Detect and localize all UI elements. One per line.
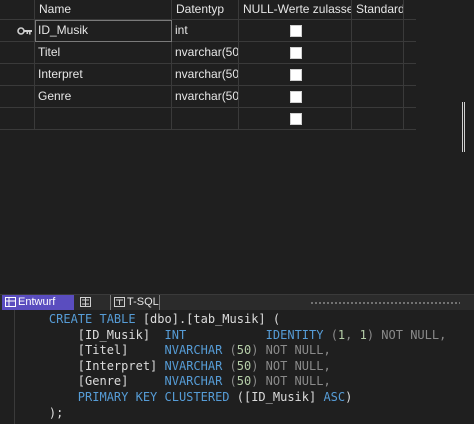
editor-margin bbox=[14, 310, 15, 424]
column-header-name[interactable]: Name bbox=[35, 0, 172, 20]
tab-design[interactable]: Entwurf bbox=[2, 295, 74, 311]
sql-punct: ) bbox=[345, 389, 353, 404]
sql-punct: ( bbox=[323, 327, 338, 342]
tab-tsql-label: T-SQL bbox=[127, 296, 159, 308]
allow-nulls-cell bbox=[239, 42, 352, 64]
code-line: CREATE TABLE [dbo].[tab_Musik] ( bbox=[20, 312, 446, 328]
sql-text: [dbo].[tab_Musik] ( bbox=[135, 312, 281, 326]
tab-tsql[interactable]: T-SQL bbox=[110, 295, 160, 311]
swap-panes-icon bbox=[80, 297, 91, 308]
sql-keyword: NOT NULL, bbox=[381, 327, 447, 342]
sql-keyword: ASC bbox=[323, 389, 346, 404]
allow-nulls-checkbox[interactable] bbox=[290, 113, 302, 125]
sql-type: NVARCHAR bbox=[164, 374, 223, 389]
sql-column-name: [Titel] bbox=[77, 343, 129, 358]
datatype-cell[interactable]: nvarchar(50) bbox=[172, 42, 239, 64]
vertical-scrollbar-thumb[interactable] bbox=[462, 102, 465, 152]
pane-tab-bar: Entwurf T-SQL bbox=[0, 294, 474, 311]
grid-header: Name Datentyp NULL-Werte zulassen Standa… bbox=[0, 0, 416, 20]
sql-punct: ) bbox=[251, 343, 266, 358]
default-cell[interactable] bbox=[352, 20, 404, 42]
allow-nulls-checkbox[interactable] bbox=[290, 47, 302, 59]
row-selector[interactable] bbox=[0, 64, 35, 86]
default-cell[interactable] bbox=[352, 42, 404, 64]
sql-type: INT bbox=[164, 327, 187, 342]
sql-column-name: [ID_Musik] bbox=[77, 327, 151, 342]
sql-punct: ( bbox=[222, 358, 237, 373]
new-table-row[interactable] bbox=[0, 108, 416, 130]
allow-nulls-cell bbox=[239, 108, 352, 130]
table-row[interactable]: ID_Musik int bbox=[0, 20, 416, 42]
default-cell[interactable] bbox=[352, 86, 404, 108]
sql-keyword: IDENTITY bbox=[265, 327, 324, 342]
design-tab-icon bbox=[5, 297, 16, 308]
row-selector[interactable] bbox=[0, 20, 35, 42]
code-line: [Genre] NVARCHAR (50) NOT NULL, bbox=[20, 374, 446, 390]
column-name-cell[interactable] bbox=[35, 108, 172, 130]
row-selector[interactable] bbox=[0, 108, 35, 130]
sql-keyword: CREATE TABLE bbox=[48, 312, 136, 326]
sql-punct: ( bbox=[222, 343, 237, 358]
datatype-cell[interactable]: nvarchar(50) bbox=[172, 86, 239, 108]
sql-number: 1 bbox=[359, 327, 367, 342]
allow-nulls-checkbox[interactable] bbox=[290, 25, 302, 37]
row-selector[interactable] bbox=[0, 42, 35, 64]
sql-number: 50 bbox=[236, 343, 252, 358]
column-header-datatype[interactable]: Datentyp bbox=[172, 0, 239, 20]
sql-column-name: [Interpret] bbox=[77, 358, 158, 373]
primary-key-icon bbox=[17, 27, 32, 35]
sql-type: NVARCHAR bbox=[164, 358, 223, 373]
splitter-grip[interactable] bbox=[310, 301, 460, 305]
table-row[interactable]: Interpret nvarchar(50) bbox=[0, 64, 416, 86]
sql-punct: ) bbox=[251, 374, 266, 389]
allow-nulls-cell bbox=[239, 64, 352, 86]
swap-panes-button[interactable] bbox=[77, 295, 95, 311]
column-header-default[interactable]: Standard bbox=[352, 0, 404, 20]
sql-punct: ) bbox=[251, 358, 266, 373]
sql-text: ); bbox=[48, 405, 64, 420]
table-designer-grid: Name Datentyp NULL-Werte zulassen Standa… bbox=[0, 0, 474, 294]
table-row[interactable]: Titel nvarchar(50) bbox=[0, 42, 416, 64]
sql-text: ([ID_Musik] bbox=[229, 389, 324, 404]
sql-number: 50 bbox=[236, 358, 252, 373]
row-selector[interactable] bbox=[0, 86, 35, 108]
sql-keyword: NOT NULL, bbox=[265, 374, 331, 389]
sql-punct: ( bbox=[222, 374, 237, 389]
code-line: PRIMARY KEY CLUSTERED ([ID_Musik] ASC) bbox=[20, 390, 446, 406]
sql-number: 50 bbox=[236, 374, 252, 389]
tsql-editor[interactable]: CREATE TABLE [dbo].[tab_Musik] ( [ID_Mus… bbox=[0, 310, 474, 424]
row-selector-header bbox=[0, 0, 35, 20]
column-name-cell[interactable]: Genre bbox=[35, 86, 172, 108]
allow-nulls-checkbox[interactable] bbox=[290, 91, 302, 103]
sql-keyword: NOT NULL, bbox=[265, 343, 331, 358]
sql-column-name: [Genre] bbox=[77, 374, 129, 389]
tsql-tab-icon bbox=[114, 297, 125, 308]
allow-nulls-cell bbox=[239, 86, 352, 108]
sql-punct: , bbox=[345, 327, 360, 342]
tab-design-label: Entwurf bbox=[18, 296, 56, 308]
allow-nulls-checkbox[interactable] bbox=[290, 69, 302, 81]
sql-type: NVARCHAR bbox=[164, 343, 223, 358]
code-line: [ID_Musik] INT IDENTITY (1, 1) NOT NULL, bbox=[20, 327, 447, 344]
code-line: ); bbox=[20, 406, 446, 422]
allow-nulls-cell bbox=[239, 20, 352, 42]
sql-keyword: NOT NULL, bbox=[265, 358, 331, 373]
datatype-cell[interactable]: int bbox=[172, 20, 239, 42]
column-name-cell[interactable]: ID_Musik bbox=[35, 20, 172, 42]
code-line: [Interpret] NVARCHAR (50) NOT NULL, bbox=[20, 359, 446, 375]
default-cell[interactable] bbox=[352, 64, 404, 86]
column-name-cell[interactable]: Interpret bbox=[35, 64, 172, 86]
column-name-cell[interactable]: Titel bbox=[35, 42, 172, 64]
default-cell[interactable] bbox=[352, 108, 404, 130]
table-row[interactable]: Genre nvarchar(50) bbox=[0, 86, 416, 108]
sql-code[interactable]: CREATE TABLE [dbo].[tab_Musik] ( [ID_Mus… bbox=[20, 312, 446, 421]
sql-keyword: PRIMARY KEY CLUSTERED bbox=[77, 389, 230, 404]
datatype-cell[interactable]: nvarchar(50) bbox=[172, 64, 239, 86]
datatype-cell[interactable] bbox=[172, 108, 239, 130]
sql-punct: ) bbox=[366, 327, 382, 342]
column-header-allow-nulls[interactable]: NULL-Werte zulassen bbox=[239, 0, 352, 20]
code-line: [Titel] NVARCHAR (50) NOT NULL, bbox=[20, 343, 446, 359]
